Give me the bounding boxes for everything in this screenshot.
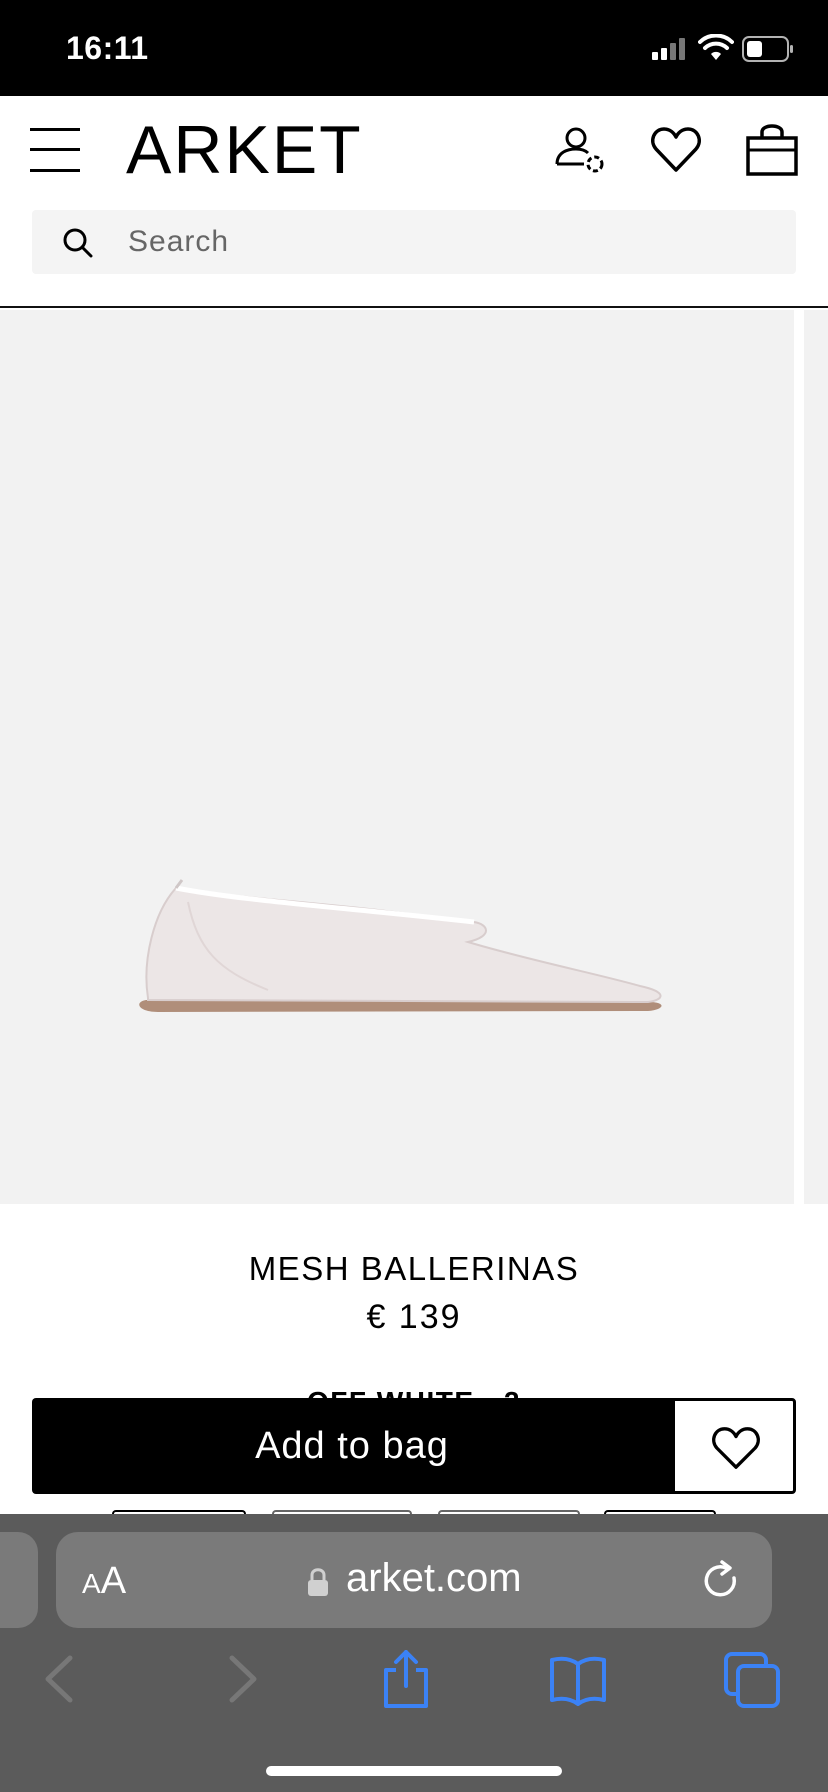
product-price: € 139	[366, 1298, 462, 1336]
address-bar[interactable]: AA arket.com	[56, 1532, 772, 1628]
cellular-signal-icon	[652, 38, 685, 60]
search-bar[interactable]	[32, 210, 796, 274]
hamburger-menu-icon[interactable]	[30, 124, 82, 176]
next-product-image[interactable]	[804, 310, 828, 1204]
status-time: 16:11	[66, 30, 149, 66]
url-domain: arket.com	[346, 1556, 522, 1600]
add-to-bag-button[interactable]: Add to bag	[32, 1398, 672, 1494]
bookmarks-book-icon[interactable]	[548, 1650, 608, 1708]
share-icon[interactable]	[376, 1650, 436, 1708]
tabs-icon[interactable]	[722, 1650, 782, 1708]
product-image[interactable]	[0, 310, 794, 1204]
wifi-icon	[698, 34, 734, 60]
wishlist-heart-icon[interactable]	[650, 124, 702, 176]
reload-icon[interactable]	[700, 1560, 742, 1602]
shoe-illustration	[139, 879, 662, 1012]
lock-icon	[308, 1568, 328, 1596]
status-bar: 16:11	[0, 0, 828, 96]
search-input[interactable]	[128, 210, 768, 274]
site-header	[0, 96, 828, 308]
add-to-wishlist-button[interactable]	[672, 1398, 796, 1494]
brand-logo[interactable]: ARKET	[126, 112, 363, 188]
previous-tab[interactable]	[0, 1532, 38, 1628]
home-indicator[interactable]	[266, 1766, 562, 1776]
heart-icon	[712, 1427, 760, 1469]
reader-settings-button[interactable]: AA	[82, 1560, 126, 1603]
back-arrow-icon[interactable]	[34, 1650, 94, 1708]
account-icon[interactable]	[554, 124, 606, 176]
product-name: MESH BALLERINAS	[248, 1250, 580, 1287]
battery-icon	[742, 36, 793, 62]
shopping-bag-icon[interactable]	[746, 120, 798, 176]
product-gallery[interactable]	[0, 310, 828, 1204]
browser-toolbar: AA arket.com	[0, 1514, 828, 1792]
search-icon	[63, 228, 93, 258]
forward-arrow-icon[interactable]	[208, 1650, 268, 1708]
